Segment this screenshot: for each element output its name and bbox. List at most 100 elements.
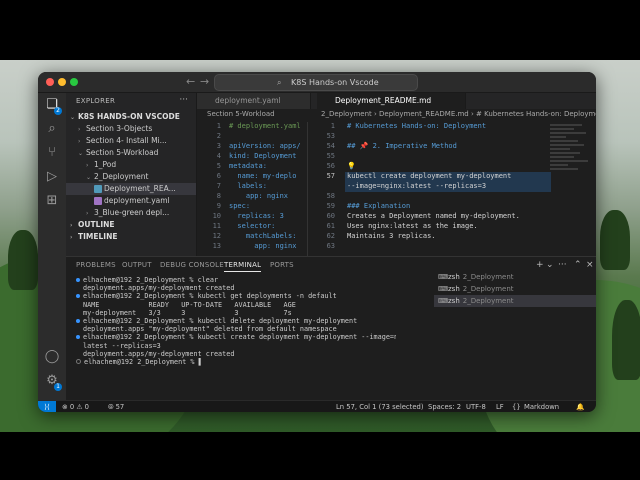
tab-deployment-yaml[interactable]: deployment.yaml bbox=[197, 93, 311, 109]
command-decoration-icon[interactable] bbox=[76, 359, 81, 365]
code-line: kubectl create deployment my-deployment bbox=[347, 172, 512, 180]
tab-ports[interactable]: PORTS bbox=[270, 261, 294, 269]
tab-output[interactable]: OUTPUT bbox=[122, 261, 152, 269]
tree-item-yaml[interactable]: deployment.yaml bbox=[66, 195, 196, 207]
terminal-instance[interactable]: ⌨ zsh 2_Deployment bbox=[434, 283, 596, 295]
maximize-panel-icon[interactable]: ⌃ bbox=[574, 260, 582, 270]
code-line: replicas: 3 bbox=[229, 212, 284, 220]
line-number: 10 bbox=[212, 212, 221, 220]
code-line: Uses nginx:latest as the image. bbox=[347, 222, 478, 230]
line-number: 1 bbox=[216, 122, 221, 130]
terminal-instance[interactable]: ⌨ zsh 2_Deployment bbox=[434, 271, 596, 283]
terminal-line: latest --replicas=3 bbox=[76, 342, 396, 350]
workspace-root[interactable]: ⌄ K8S HANDS-ON VSCODE bbox=[66, 111, 196, 123]
code-line: labels: bbox=[229, 182, 267, 190]
tree-item[interactable]: ⌄ 2_Deployment bbox=[66, 171, 196, 183]
indentation-status[interactable]: Spaces: 2 bbox=[428, 401, 461, 412]
line-number: 2 bbox=[216, 132, 221, 140]
ports-status[interactable]: ⦾ 57 bbox=[108, 401, 124, 412]
run-debug-icon[interactable]: ▷ bbox=[44, 169, 60, 185]
terminal-text: deployment.apps/my-deployment created bbox=[83, 284, 235, 293]
terminal-dropdown-icon[interactable]: ⌄ bbox=[546, 260, 554, 270]
tree-item[interactable]: › 3_Blue-green depl... bbox=[66, 207, 196, 219]
terminal-text: elhachem@192 2_Deployment % kubectl get … bbox=[83, 292, 337, 301]
timeline-section[interactable]: › TIMELINE bbox=[66, 231, 196, 243]
terminal-line: elhachem@192 2_Deployment % kubectl get … bbox=[76, 292, 396, 300]
more-actions-icon[interactable]: ··· bbox=[179, 95, 188, 105]
bottom-panel: PROBLEMS OUTPUT DEBUG CONSOLE TERMINAL P… bbox=[66, 256, 596, 401]
tree-item-label: Section 3-Objects bbox=[86, 124, 153, 133]
terminal-text: elhachem@192 2_Deployment % kubectl dele… bbox=[83, 316, 358, 325]
source-control-icon[interactable]: ⑂ bbox=[44, 145, 60, 161]
terminal-icon: ⌨ bbox=[438, 285, 449, 293]
extensions-icon[interactable]: ⊞ bbox=[44, 193, 60, 209]
terminal-text: elhachem@192 2_Deployment % clear bbox=[83, 276, 219, 284]
close-panel-icon[interactable]: × bbox=[586, 260, 594, 270]
language-braces-icon[interactable]: {} bbox=[512, 401, 521, 412]
code-line: --image=nginx:latest --replicas=3 bbox=[347, 182, 487, 190]
line-number: 55 bbox=[326, 152, 335, 160]
terminal-instance-active[interactable]: ⌨ zsh 2_Deployment bbox=[434, 295, 596, 307]
terminal-output[interactable]: elhachem@192 2_Deployment % clear deploym… bbox=[76, 276, 396, 366]
tree-item[interactable]: ⌄ Section 5-Workload bbox=[66, 147, 196, 159]
minimize-window-button[interactable] bbox=[58, 78, 66, 86]
breadcrumb-right[interactable]: 2_Deployment › Deployment_README.md › # … bbox=[321, 110, 596, 121]
tree-item[interactable]: › Section 4- Install Mi... bbox=[66, 135, 196, 147]
tree-item-label: 3_Blue-green depl... bbox=[94, 208, 170, 217]
line-number: 62 bbox=[326, 232, 335, 240]
command-decoration-icon[interactable] bbox=[76, 294, 80, 299]
encoding-status[interactable]: UTF-8 bbox=[466, 401, 486, 412]
letterbox-top bbox=[0, 0, 640, 60]
zoom-window-button[interactable] bbox=[70, 78, 78, 86]
language-mode[interactable]: Markdown bbox=[524, 401, 559, 412]
code-line: ## 📌 2. Imperative Method bbox=[347, 142, 457, 150]
eol-status[interactable]: LF bbox=[496, 401, 504, 412]
chevron-icon: › bbox=[78, 126, 81, 133]
status-bar: ⟩⟨ ⊗ 0 ⚠ 0 ⦾ 57 Ln 57, Col 1 (73 selecte… bbox=[38, 400, 596, 412]
new-terminal-icon[interactable]: + bbox=[536, 260, 544, 270]
command-center[interactable]: ⌕ K8S Hands-on Vscode bbox=[214, 74, 418, 91]
tab-terminal[interactable]: TERMINAL bbox=[224, 261, 262, 272]
tree-item[interactable]: › 1_Pod bbox=[66, 159, 196, 171]
editor-pane-readme[interactable]: 1 # Kubernetes Hands-on: Deployment 53 54 ##… bbox=[311, 122, 551, 256]
editor-pane-yaml[interactable]: 1 # deployment.yaml 2 3 apiVersion: apps/4 ki… bbox=[197, 122, 308, 256]
code-line: Creates a Deployment named my-deployment… bbox=[347, 212, 520, 220]
forward-arrow-icon[interactable]: → bbox=[200, 75, 209, 88]
code-line: apiVersion: apps/ bbox=[229, 142, 301, 150]
outline-section[interactable]: › OUTLINE bbox=[66, 219, 196, 231]
back-arrow-icon[interactable]: ← bbox=[186, 75, 195, 88]
explorer-title: EXPLORER bbox=[76, 97, 116, 105]
line-number: 53 bbox=[326, 132, 335, 140]
terminal-text: deployment.apps/my-deployment created bbox=[83, 349, 235, 358]
terminal-text: latest --replicas=3 bbox=[83, 341, 161, 350]
line-number: 60 bbox=[326, 212, 335, 220]
tab-problems[interactable]: PROBLEMS bbox=[76, 261, 116, 269]
search-icon[interactable]: ⌕ bbox=[44, 121, 60, 137]
account-icon[interactable]: ◯ bbox=[44, 349, 60, 365]
cursor-position[interactable]: Ln 57, Col 1 (73 selected) bbox=[336, 401, 423, 412]
tree-item-readme[interactable]: Deployment_REA... bbox=[66, 183, 196, 195]
notifications-bell-icon[interactable]: 🔔 bbox=[576, 401, 584, 412]
problems-status[interactable]: ⊗ 0 ⚠ 0 bbox=[62, 401, 89, 412]
terminal-line: my-deployment 3/3 3 3 7s bbox=[76, 309, 396, 317]
code-line: ### Explanation bbox=[347, 202, 411, 210]
line-number: 63 bbox=[326, 242, 335, 250]
terminal-dir: 2_Deployment bbox=[462, 285, 514, 293]
tab-deployment-readme[interactable]: Deployment_README.md bbox=[317, 93, 466, 109]
tab-debug-console[interactable]: DEBUG CONSOLE bbox=[160, 261, 224, 269]
minimap[interactable] bbox=[550, 122, 590, 242]
line-number: 9 bbox=[216, 202, 221, 210]
breadcrumb-left[interactable]: Section 5-Workload bbox=[207, 110, 307, 121]
command-decoration-icon[interactable] bbox=[76, 318, 80, 323]
editor-area: deployment.yaml Deployment_README.md Sec… bbox=[197, 93, 596, 256]
more-actions-icon[interactable]: ··· bbox=[558, 260, 567, 270]
terminal-text: my-deployment 3/3 3 3 7s bbox=[83, 308, 292, 317]
close-window-button[interactable] bbox=[46, 78, 54, 86]
terminal-line: elhachem@192 2_Deployment % kubectl dele… bbox=[76, 317, 396, 325]
command-decoration-icon[interactable] bbox=[76, 278, 80, 282]
remote-indicator[interactable]: ⟩⟨ bbox=[38, 401, 56, 412]
line-number: 57 bbox=[326, 172, 335, 180]
tree-item[interactable]: › Section 3-Objects bbox=[66, 123, 196, 135]
terminal-icon: ⌨ bbox=[438, 297, 449, 305]
command-decoration-icon[interactable] bbox=[76, 335, 80, 340]
